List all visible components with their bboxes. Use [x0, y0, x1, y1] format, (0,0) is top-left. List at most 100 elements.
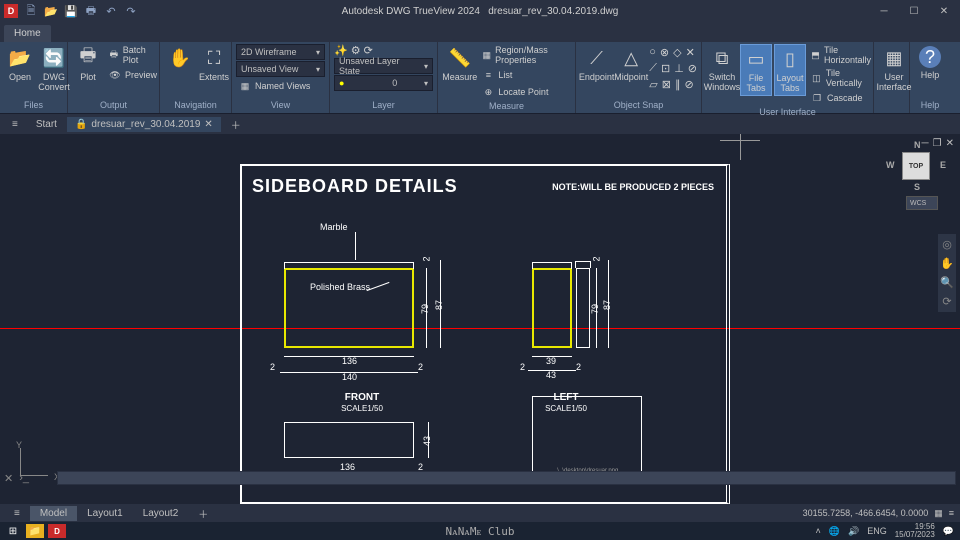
qat-redo-icon[interactable]: ↷: [124, 4, 138, 18]
qat-undo-icon[interactable]: ↶: [104, 4, 118, 18]
command-input[interactable]: [57, 471, 956, 485]
maximize-button[interactable]: ☐: [900, 2, 928, 20]
osnap-quad-icon[interactable]: ◇: [673, 46, 681, 59]
layout-tab-model[interactable]: Model: [30, 506, 77, 521]
osnap-app-icon[interactable]: ⊠: [662, 78, 671, 91]
tray-volume-icon[interactable]: 🔊: [848, 526, 859, 537]
tray-notifications-icon[interactable]: 💬: [943, 526, 954, 537]
folder-icon: 📂: [8, 46, 32, 70]
region-props-button[interactable]: ▦Region/Mass Properties: [479, 44, 571, 66]
switch-windows-button[interactable]: ⧉Switch Windows: [706, 44, 738, 94]
tray-lang[interactable]: ENG: [867, 526, 887, 536]
viewcube-top[interactable]: TOP: [902, 152, 930, 180]
batch-plot-button[interactable]: 🖶Batch Plot: [106, 44, 159, 66]
layout-tabs-toggle[interactable]: ▯Layout Tabs: [774, 44, 806, 96]
layer-state-dropdown[interactable]: Unsaved Layer State: [334, 58, 433, 74]
help-button[interactable]: ?Help: [914, 44, 946, 82]
filetabs-menu-icon[interactable]: ≡: [4, 117, 26, 132]
cascade-button[interactable]: ❐Cascade: [808, 90, 876, 106]
osnap-midpoint-button[interactable]: △Midpoint: [615, 44, 647, 84]
dim-87b: 87: [602, 300, 612, 310]
osnap-par-icon[interactable]: ∥: [675, 78, 681, 91]
tray-network-icon[interactable]: 🌐: [829, 526, 840, 537]
layout-tab-2[interactable]: Layout2: [133, 506, 189, 521]
dim-2d: 2: [520, 362, 525, 372]
qat-plot-icon[interactable]: 🖶: [84, 4, 98, 18]
named-views-button[interactable]: ▦Named Views: [236, 78, 325, 94]
filetab-start[interactable]: Start: [28, 117, 65, 132]
explorer-icon[interactable]: 📁: [26, 524, 44, 538]
close-tab-icon[interactable]: ✕: [204, 119, 212, 130]
osnap-endpoint-button[interactable]: ⟋Endpoint: [580, 44, 613, 84]
cmdline-close-icon[interactable]: ✕: [4, 472, 13, 485]
start-menu-button[interactable]: ⊞: [4, 524, 22, 538]
point-icon: ⊕: [481, 85, 495, 99]
nav-wheel-icon[interactable]: ◎: [942, 238, 952, 251]
close-button[interactable]: ✕: [930, 2, 958, 20]
left-elevation: 39 43 2 2 79 87 2: [532, 268, 572, 348]
saved-view-dropdown[interactable]: Unsaved View: [236, 61, 325, 77]
file-tabs-toggle[interactable]: ▭File Tabs: [740, 44, 772, 96]
extents-button[interactable]: ⛶Extents: [198, 44, 230, 84]
dim-79b: 79: [590, 304, 600, 314]
locate-point-button[interactable]: ⊕Locate Point: [479, 84, 571, 100]
osnap-tan-icon[interactable]: ⊘: [688, 62, 697, 75]
open-button[interactable]: 📂Open: [4, 44, 36, 84]
dim-43: 43: [546, 370, 556, 380]
nav-zoom-icon[interactable]: 🔍: [940, 276, 954, 289]
drawing-canvas[interactable]: ─ ❐ ✕ N S W E TOP WCS ◎ ✋ 🔍 ⟳ SIDEBOARD …: [0, 134, 960, 504]
tile-vertical-button[interactable]: ◫Tile Vertically: [808, 67, 876, 89]
nav-orbit-icon[interactable]: ⟳: [942, 295, 951, 308]
osnap-none-icon[interactable]: ⊘: [684, 78, 693, 91]
layout-tab-1[interactable]: Layout1: [77, 506, 133, 521]
cascade-icon: ❐: [810, 91, 824, 105]
ruler-icon: 📏: [448, 46, 472, 70]
endpoint-icon: ⟋: [585, 46, 609, 70]
layout-add-button[interactable]: ＋: [188, 504, 218, 523]
layer-current-dropdown[interactable]: ● 0: [334, 75, 433, 91]
views-icon: ▦: [238, 79, 252, 93]
osnap-node-icon[interactable]: ⊗: [660, 46, 669, 59]
list-button[interactable]: ≡List: [479, 67, 571, 83]
command-line[interactable]: ✕ ›_: [4, 470, 956, 486]
viewcube-n[interactable]: N: [914, 140, 921, 150]
ui-panel-button[interactable]: ▦User Interface: [878, 44, 910, 94]
plot-button[interactable]: 🖶Plot: [72, 44, 104, 84]
status-customize-icon[interactable]: ≡: [949, 508, 954, 518]
doc-close-icon[interactable]: ✕: [946, 138, 954, 149]
window-title: Autodesk DWG TrueView 2024 dresuar_rev_3…: [342, 6, 619, 17]
osnap-center-icon[interactable]: ○: [649, 46, 656, 59]
osnap-ins-icon[interactable]: ⊡: [661, 62, 670, 75]
tray-chevron-icon[interactable]: ˄: [816, 526, 821, 536]
qat-new-icon[interactable]: 🗎: [24, 4, 38, 18]
filetab-document[interactable]: 🔒dresuar_rev_30.04.2019✕: [67, 117, 221, 132]
tile-horizontal-button[interactable]: ⬒Tile Horizontally: [808, 44, 876, 66]
panel-label-ui: User Interface: [706, 106, 869, 118]
app-logo[interactable]: D: [4, 4, 18, 18]
filetab-new-button[interactable]: ＋: [223, 115, 249, 134]
qat-open-icon[interactable]: 📂: [44, 4, 58, 18]
viewcube-s[interactable]: S: [914, 182, 920, 192]
view-cube[interactable]: N S W E TOP: [892, 142, 940, 190]
measure-button[interactable]: 📏Measure: [442, 44, 477, 84]
qat-save-icon[interactable]: 💾: [64, 4, 78, 18]
viewcube-e[interactable]: E: [940, 160, 946, 170]
viewcube-w[interactable]: W: [886, 160, 895, 170]
osnap-ext-icon[interactable]: ⟋: [649, 62, 657, 75]
nav-pan-icon[interactable]: ✋: [940, 257, 954, 270]
osnap-near-icon[interactable]: ▱: [649, 78, 657, 91]
dwg-convert-button[interactable]: 🔄DWG Convert: [38, 44, 70, 94]
layouts-menu-icon[interactable]: ≡: [4, 506, 30, 521]
osnap-int-icon[interactable]: ✕: [686, 46, 695, 59]
status-grid-icon[interactable]: ▦: [934, 508, 943, 519]
preview-button[interactable]: 👁Preview: [106, 67, 159, 83]
wcs-badge[interactable]: WCS: [906, 196, 938, 210]
tab-home[interactable]: Home: [4, 25, 51, 42]
app-taskbar-icon[interactable]: D: [48, 524, 66, 538]
osnap-perp-icon[interactable]: ⊥: [674, 62, 684, 75]
pan-button[interactable]: ✋: [164, 44, 196, 72]
tray-clock[interactable]: 19:5615/07/2023: [895, 523, 935, 539]
cmdline-prompt-icon: ›_: [19, 472, 29, 484]
minimize-button[interactable]: ─: [870, 2, 898, 20]
visual-style-dropdown[interactable]: 2D Wireframe: [236, 44, 325, 60]
